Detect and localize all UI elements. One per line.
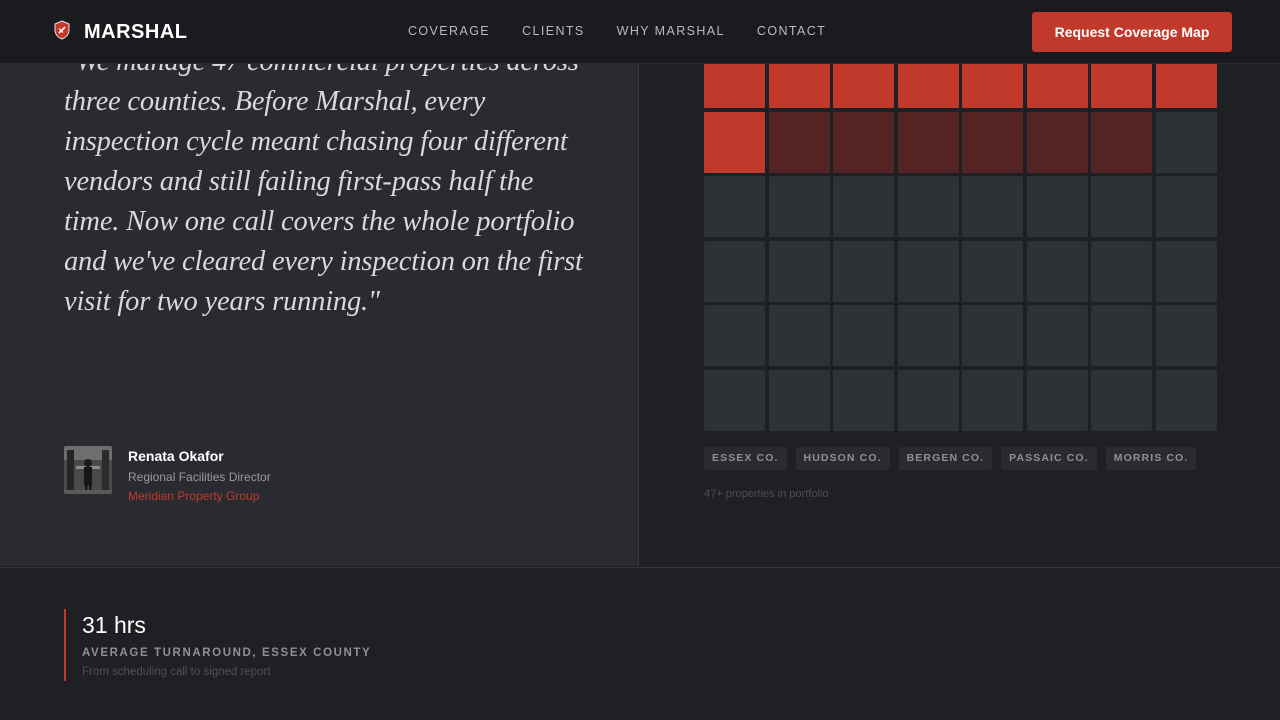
stat-value: 31 hrs bbox=[82, 612, 146, 638]
coverage-cell[interactable] bbox=[962, 240, 1023, 302]
coverage-cell[interactable] bbox=[1091, 240, 1152, 302]
coverage-cell[interactable] bbox=[897, 305, 959, 366]
coverage-cell[interactable] bbox=[1155, 369, 1217, 431]
author-info: Renata Okafor Regional Facilities Direct… bbox=[128, 446, 271, 503]
coverage-cell[interactable] bbox=[768, 305, 830, 366]
coverage-cell[interactable] bbox=[704, 111, 765, 173]
coverage-cell[interactable] bbox=[962, 305, 1023, 366]
coverage-map-panel: ESSEX CO. HUDSON CO. BERGEN CO. PASSAIC CO.… bbox=[640, 0, 1280, 566]
author-company-link[interactable]: Meridian Property Group bbox=[128, 489, 271, 503]
portfolio-note: 47+ properties in portfolio bbox=[704, 488, 829, 500]
coverage-cell[interactable] bbox=[1026, 111, 1088, 173]
coverage-cell[interactable] bbox=[768, 111, 830, 173]
county-tag[interactable]: HUDSON CO. bbox=[795, 447, 890, 470]
testimonial-author: Renata Okafor Regional Facilities Direct… bbox=[64, 446, 271, 503]
nav-link-coverage[interactable]: COVERAGE bbox=[408, 24, 490, 38]
coverage-cell[interactable] bbox=[833, 176, 894, 237]
coverage-cell[interactable] bbox=[897, 176, 959, 237]
coverage-cell[interactable] bbox=[833, 240, 894, 302]
nav-link-why-marshal[interactable]: WHY MARSHAL bbox=[617, 24, 725, 38]
coverage-cell[interactable] bbox=[704, 176, 765, 237]
coverage-cell[interactable] bbox=[1026, 369, 1088, 431]
coverage-cell[interactable] bbox=[962, 176, 1023, 237]
shield-icon bbox=[54, 20, 70, 45]
coverage-cell[interactable] bbox=[704, 369, 765, 431]
coverage-cell[interactable] bbox=[704, 305, 765, 366]
coverage-cell[interactable] bbox=[1091, 369, 1152, 431]
request-coverage-map-button[interactable]: Request Coverage Map bbox=[1032, 12, 1232, 52]
coverage-cell[interactable] bbox=[833, 305, 894, 366]
coverage-cell[interactable] bbox=[1155, 111, 1217, 173]
author-avatar bbox=[64, 446, 112, 494]
stat-band: 31 hrs AVERAGE TURNAROUND, ESSEX COUNTY … bbox=[0, 567, 1280, 720]
nav-links: COVERAGE CLIENTS WHY MARSHAL CONTACT bbox=[408, 24, 826, 38]
coverage-cell[interactable] bbox=[1091, 176, 1152, 237]
coverage-cell[interactable] bbox=[768, 369, 830, 431]
turnaround-stat: 31 hrs AVERAGE TURNAROUND, ESSEX COUNTY … bbox=[64, 609, 371, 681]
coverage-cell[interactable] bbox=[768, 176, 830, 237]
coverage-cell[interactable] bbox=[897, 240, 959, 302]
testimonial-panel: "We manage 47 commercial properties acro… bbox=[0, 0, 639, 566]
county-tag[interactable]: PASSAIC CO. bbox=[1001, 447, 1097, 470]
nav-link-contact[interactable]: CONTACT bbox=[757, 24, 826, 38]
coverage-cell[interactable] bbox=[962, 369, 1023, 431]
coverage-cell[interactable] bbox=[768, 240, 830, 302]
coverage-cell[interactable] bbox=[1155, 176, 1217, 237]
testimonial-quote: "We manage 47 commercial properties acro… bbox=[64, 46, 583, 317]
coverage-cell[interactable] bbox=[833, 369, 894, 431]
author-name: Renata Okafor bbox=[128, 448, 224, 464]
coverage-cell[interactable] bbox=[833, 111, 894, 173]
stat-subtext: From scheduling call to signed report bbox=[82, 666, 271, 678]
author-role: Regional Facilities Director bbox=[128, 470, 271, 484]
county-tag[interactable]: ESSEX CO. bbox=[704, 447, 787, 470]
coverage-cell[interactable] bbox=[962, 111, 1023, 173]
stat-label: AVERAGE TURNAROUND, ESSEX COUNTY bbox=[82, 647, 372, 659]
coverage-cell[interactable] bbox=[897, 369, 959, 431]
nav-link-clients[interactable]: CLIENTS bbox=[522, 24, 585, 38]
county-tags: ESSEX CO. HUDSON CO. BERGEN CO. PASSAIC CO.… bbox=[704, 447, 1197, 470]
brand-name: MARSHAL bbox=[84, 21, 188, 43]
coverage-cell[interactable] bbox=[1026, 305, 1088, 366]
coverage-cell[interactable] bbox=[1091, 111, 1152, 173]
coverage-grid bbox=[704, 47, 1217, 431]
coverage-cell[interactable] bbox=[704, 240, 765, 302]
coverage-cell[interactable] bbox=[1155, 240, 1217, 302]
coverage-cell[interactable] bbox=[1026, 176, 1088, 237]
coverage-cell[interactable] bbox=[1155, 305, 1217, 366]
coverage-cell[interactable] bbox=[897, 111, 959, 173]
top-nav: MARSHAL COVERAGE CLIENTS WHY MARSHAL CON… bbox=[0, 0, 1280, 64]
coverage-cell[interactable] bbox=[1026, 240, 1088, 302]
county-tag[interactable]: BERGEN CO. bbox=[898, 447, 993, 470]
coverage-cell[interactable] bbox=[1091, 305, 1152, 366]
county-tag[interactable]: MORRIS CO. bbox=[1105, 447, 1197, 470]
brand-logo[interactable]: MARSHAL bbox=[54, 20, 188, 45]
